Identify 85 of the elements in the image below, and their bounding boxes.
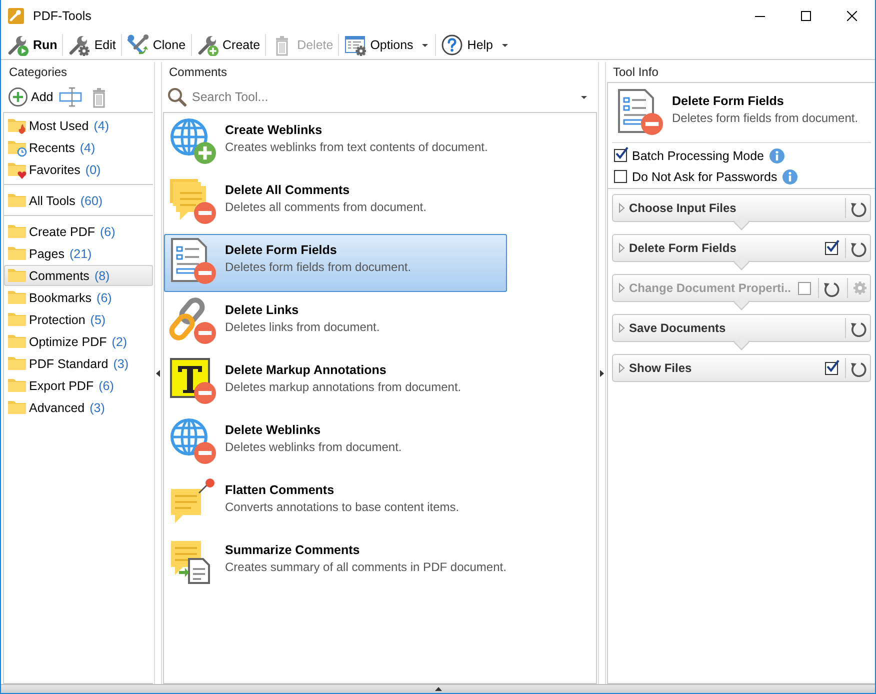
category-item[interactable]: Recents (4) — [4, 137, 153, 158]
category-label: Bookmarks — [29, 290, 92, 304]
tool-item[interactable]: Delete Markup Annotations Deletes markup annotations from document. — [164, 354, 507, 412]
tool-item[interactable]: Delete Weblinks Deletes weblinks from document. — [164, 414, 507, 472]
tool-description: Creates summary of all comments in PDF document. — [225, 560, 506, 574]
category-count: (6) — [96, 290, 112, 304]
category-item[interactable]: PDF Standard (3) — [4, 353, 153, 374]
toolbar-button[interactable]: Help — [437, 32, 514, 58]
category-count: (5) — [90, 312, 106, 326]
tool-title: Flatten Comments — [225, 483, 336, 497]
category-count: (2) — [112, 334, 128, 348]
toolbar-button[interactable]: Run — [3, 32, 62, 58]
category-count: (8) — [94, 268, 110, 282]
step-label: Save Documents — [629, 321, 727, 335]
category-count: (4) — [94, 118, 110, 132]
toolbar-button[interactable]: Clone — [122, 32, 190, 58]
category-item[interactable]: Comments (8) — [4, 265, 153, 286]
tool-item[interactable]: Delete All Comments Deletes all comments from document. — [164, 174, 507, 232]
category-item[interactable]: Pages (21) — [4, 243, 153, 264]
window-title: PDF-Tools — [33, 8, 92, 22]
option-label: Batch Processing Mode — [632, 148, 764, 162]
category-label: Optimize PDF — [29, 334, 107, 348]
step-label: Show Files — [629, 361, 693, 375]
step-label: Change Document Properti.. — [629, 281, 792, 295]
panel-title: Comments — [168, 64, 228, 81]
tool-title: Delete Form Fields — [672, 94, 785, 108]
tool-item[interactable]: Summarize Comments Creates summary of all comments in PDF document. — [164, 534, 507, 592]
add-button[interactable]: Add — [6, 87, 56, 107]
search-field[interactable]: Search Tool... — [190, 89, 577, 105]
panel-title: Categories — [8, 64, 68, 81]
category-count: (0) — [85, 162, 101, 176]
category-item[interactable]: Create PDF (6) — [4, 221, 153, 242]
category-item[interactable]: Export PDF (6) — [4, 375, 153, 396]
tool-description: Creates weblinks from text contents of document. — [225, 140, 488, 154]
category-count: (4) — [80, 140, 96, 154]
category-item[interactable]: Optimize PDF (2) — [4, 331, 153, 352]
category-item[interactable]: Bookmarks (6) — [4, 287, 153, 308]
category-label: Protection — [29, 312, 86, 326]
category-item[interactable]: Advanced (3) — [4, 397, 153, 418]
tool-title: Delete Markup Annotations — [225, 363, 388, 377]
category-item[interactable]: Most Used (4) — [4, 115, 153, 136]
category-count: (21) — [69, 246, 92, 260]
step-bar[interactable]: Show Files — [612, 354, 871, 382]
tool-description: Deletes markup annotations from document. — [225, 380, 462, 394]
category-label: Create PDF — [29, 224, 95, 238]
category-label: All Tools — [29, 194, 76, 208]
tool-title: Create Weblinks — [225, 123, 324, 137]
tool-description: Deletes links from document. — [225, 320, 380, 334]
tool-description: Converts annotations to base content items. — [225, 500, 460, 514]
category-label: Advanced — [29, 400, 85, 414]
category-label: Recents — [29, 140, 75, 154]
tool-title: Delete Weblinks — [225, 423, 322, 437]
category-count: (6) — [98, 378, 114, 392]
tool-description: Deletes weblinks from document. — [225, 440, 402, 454]
category-count: (6) — [100, 224, 116, 238]
tool-item[interactable]: Delete Form Fields Deletes form fields from document. — [164, 234, 507, 292]
category-count: (3) — [113, 356, 128, 370]
tool-item[interactable]: Delete Links Deletes links from document. — [164, 294, 507, 352]
toolbar-button[interactable]: Edit — [64, 32, 120, 58]
toolbar-button[interactable]: Create — [192, 32, 264, 58]
tool-description: Deletes all comments from document. — [225, 200, 426, 214]
tool-item[interactable]: Create Weblinks Creates weblinks from text contents of document. — [164, 114, 507, 172]
category-label: PDF Standard — [29, 356, 108, 370]
category-count: (3) — [90, 400, 105, 414]
category-label: Export PDF — [29, 378, 94, 392]
step-label: Delete Form Fields — [629, 241, 738, 255]
option-label: Do Not Ask for Passwords — [632, 170, 778, 184]
panel-title: Tool Info — [612, 64, 660, 81]
tool-title: Delete Form Fields — [225, 243, 338, 257]
category-label: Pages — [29, 246, 64, 260]
tool-title: Delete Links — [225, 303, 300, 317]
tool-title: Delete All Comments — [225, 183, 351, 197]
category-item[interactable]: Protection (5) — [4, 309, 153, 330]
toolbar-button[interactable]: Options — [340, 32, 434, 58]
tool-description: Deletes form fields from document. — [672, 111, 858, 125]
category-label: Most Used — [29, 118, 89, 132]
step-label: Choose Input Files — [629, 201, 738, 215]
tool-description: Deletes form fields from document. — [225, 260, 412, 274]
tool-item[interactable]: Flatten Comments Converts annotations to base content items. — [164, 474, 507, 532]
category-label: Favorites — [29, 162, 80, 176]
category-item[interactable]: Favorites (0) — [4, 159, 153, 180]
category-count: (60) — [80, 194, 103, 208]
category-item[interactable]: All Tools (60) — [4, 190, 153, 211]
category-label: Comments — [29, 268, 90, 282]
tool-title: Summarize Comments — [225, 543, 361, 557]
